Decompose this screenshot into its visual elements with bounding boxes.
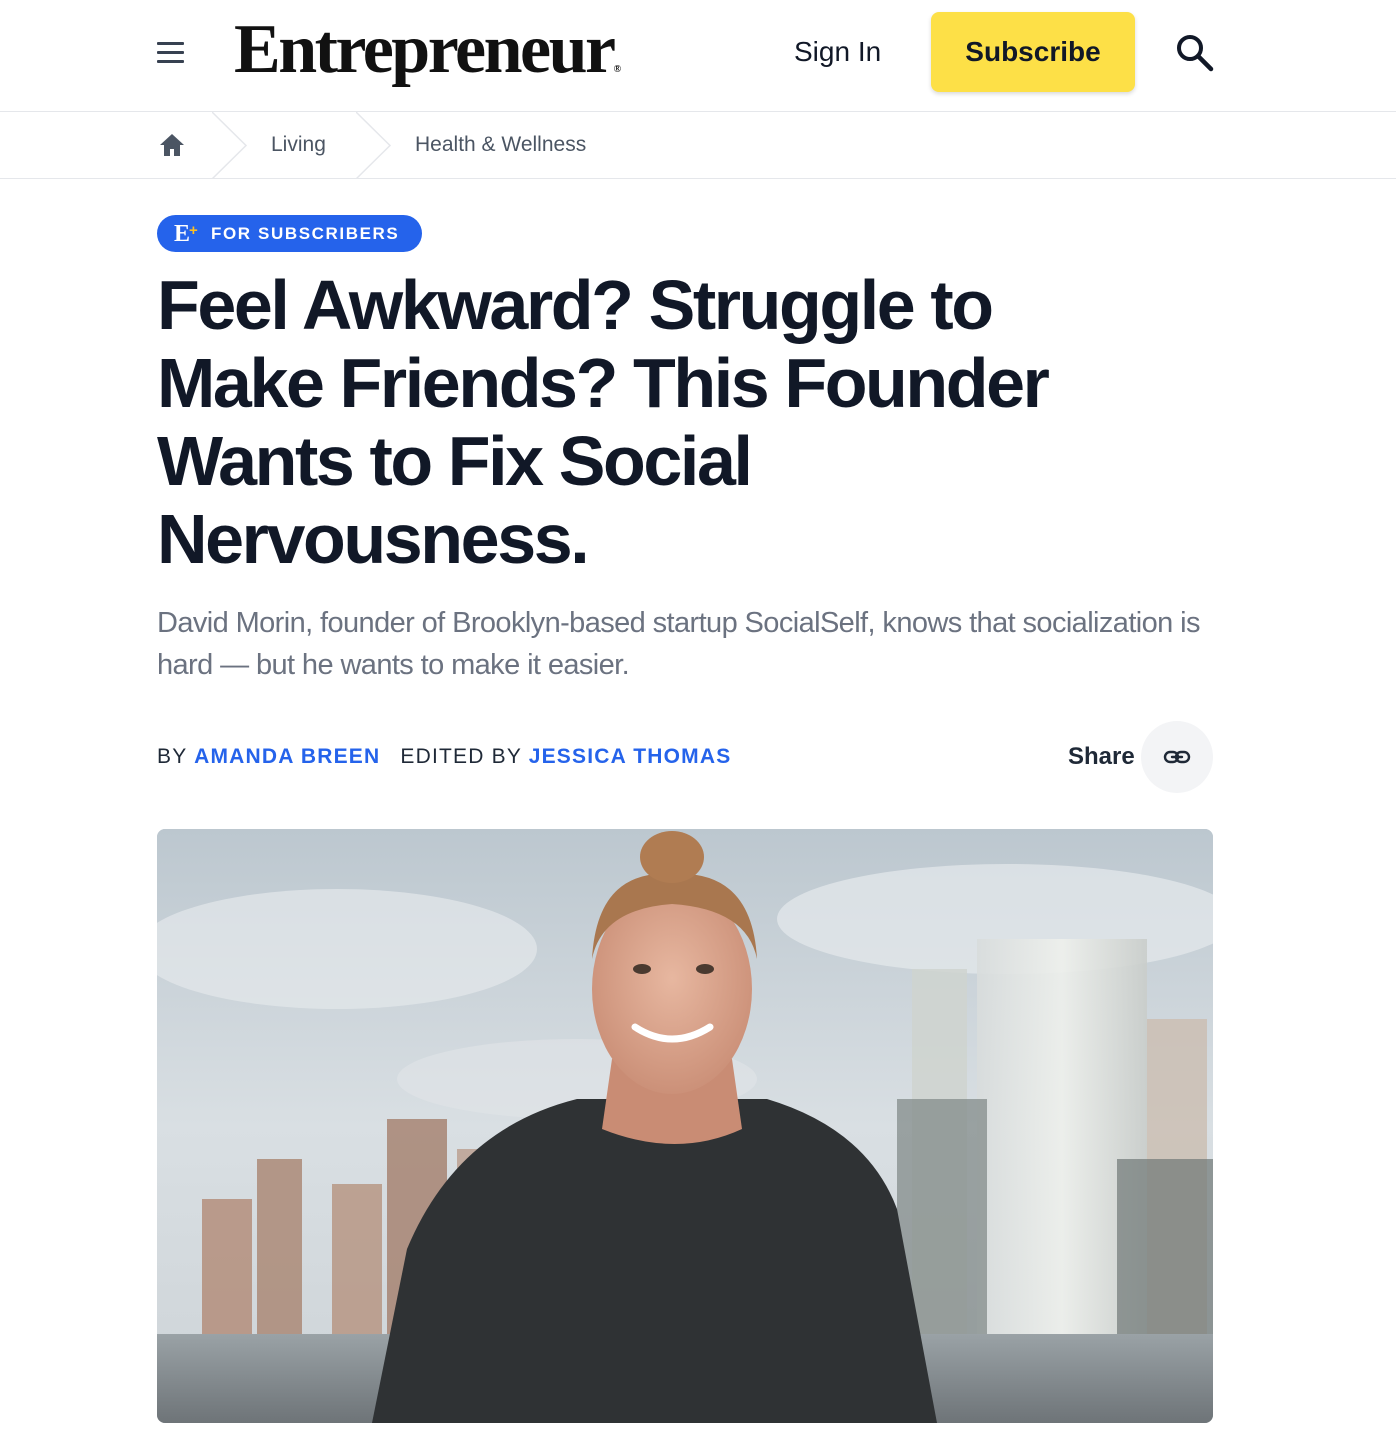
author-link[interactable]: AMANDA BREEN: [194, 745, 380, 768]
breadcrumb-separator: [356, 112, 392, 179]
byline: BY AMANDA BREEN EDITED BY JESSICA THOMAS: [157, 742, 731, 772]
hero-image: [157, 829, 1213, 1423]
sign-in-link[interactable]: Sign In: [794, 32, 881, 72]
site-logo[interactable]: Entrepreneur®: [234, 8, 621, 112]
search-icon[interactable]: [1172, 30, 1218, 76]
byline-prefix: BY: [157, 745, 188, 768]
site-header: Entrepreneur® Sign In Subscribe: [0, 0, 1396, 112]
edited-by-prefix: EDITED BY: [400, 745, 522, 768]
breadcrumb-item-living[interactable]: Living: [271, 130, 326, 160]
home-icon[interactable]: [158, 131, 186, 159]
for-subscribers-badge[interactable]: E + FOR SUBSCRIBERS: [157, 215, 422, 252]
share-button[interactable]: [1141, 721, 1213, 793]
badge-label: FOR SUBSCRIBERS: [211, 223, 400, 243]
entrepreneur-plus-logo: E +: [174, 220, 198, 247]
hamburger-menu-icon[interactable]: [157, 36, 193, 68]
subscribe-button[interactable]: Subscribe: [931, 12, 1135, 92]
breadcrumb-separator: [212, 112, 248, 179]
link-icon: [1163, 750, 1191, 764]
article-headline: Feel Awkward? Struggle to Make Friends? …: [157, 266, 1050, 578]
share-label[interactable]: Share: [1068, 741, 1135, 773]
editor-link[interactable]: JESSICA THOMAS: [529, 745, 732, 768]
article-dek: David Morin, founder of Brooklyn-based s…: [157, 607, 1200, 681]
breadcrumb: Living Health & Wellness: [0, 112, 1396, 179]
breadcrumb-item-health-wellness[interactable]: Health & Wellness: [415, 130, 586, 160]
